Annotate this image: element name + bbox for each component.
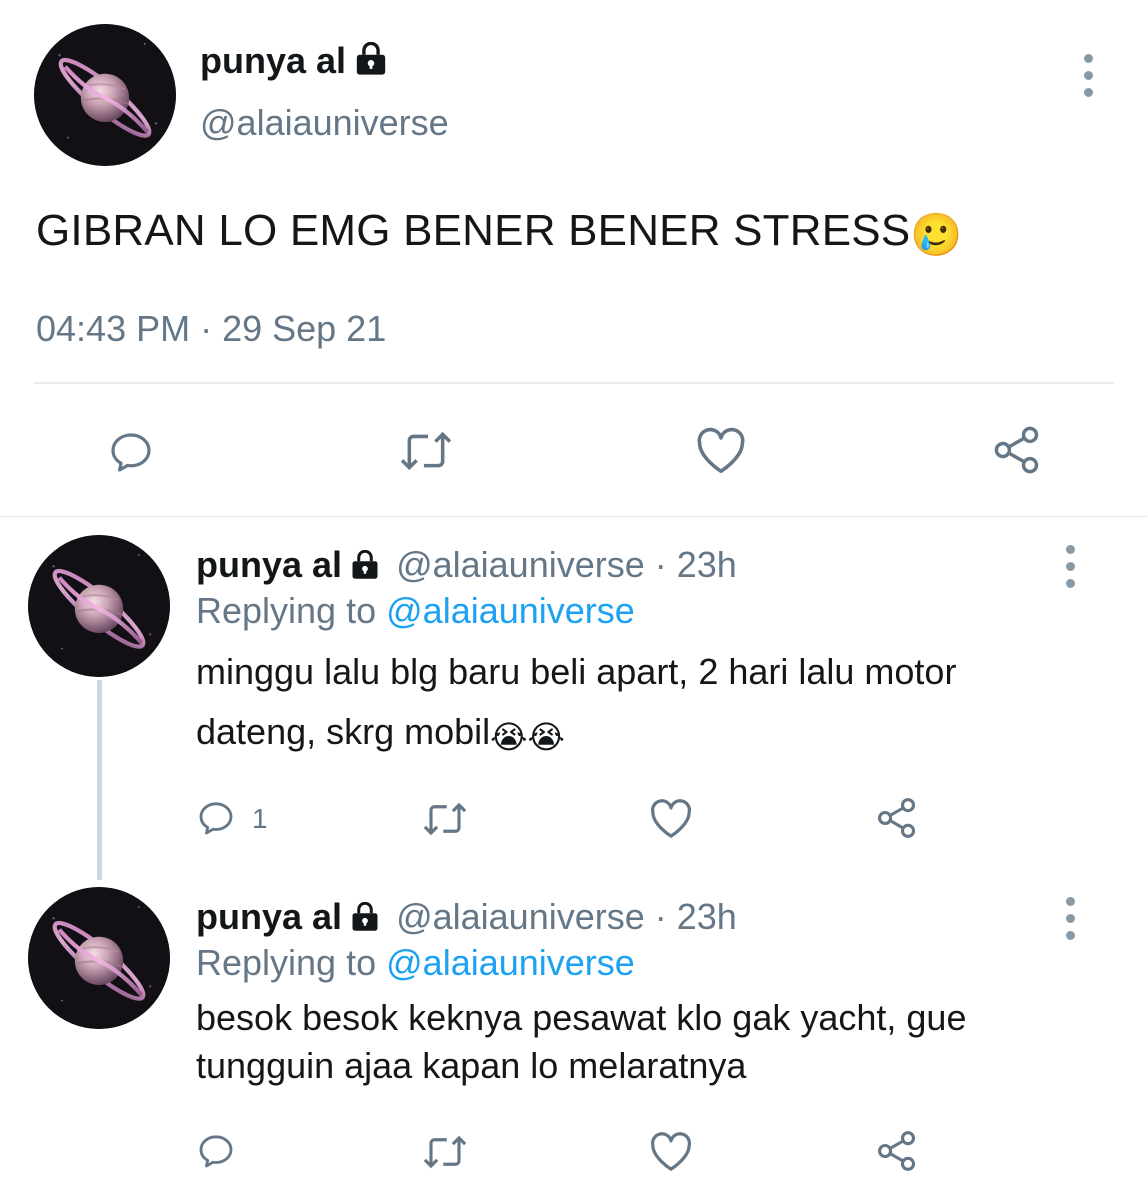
more-options-icon[interactable]: [1066, 897, 1078, 948]
tweet-emoji: 🥲: [910, 211, 963, 258]
tweet-text: GIBRAN LO EMG BENER BENER STRESS🥲: [36, 206, 963, 260]
reply-header: punya al @alaiauniverse · 23h: [196, 896, 737, 941]
share-icon[interactable]: [990, 424, 1044, 476]
like-icon[interactable]: [694, 426, 748, 476]
reply-text-line: minggu lalu blg baru beli apart, 2 hari …: [196, 651, 957, 692]
reply-count: 1: [252, 803, 268, 834]
lock-icon: [350, 899, 380, 941]
reply-time[interactable]: · 23h: [655, 896, 737, 937]
reply-display-name[interactable]: punya al: [196, 896, 342, 937]
saturn-avatar-image: [28, 887, 170, 1029]
replying-to: Replying to @alaiauniverse: [196, 942, 635, 984]
section-separator: [0, 516, 1147, 517]
like-icon[interactable]: [648, 1131, 694, 1173]
like-icon[interactable]: [648, 798, 694, 840]
handle[interactable]: @alaiauniverse: [200, 102, 449, 144]
avatar[interactable]: [34, 24, 176, 166]
retweet-icon[interactable]: [420, 798, 470, 840]
more-options-icon[interactable]: [1066, 545, 1078, 596]
reply-icon[interactable]: [196, 1131, 236, 1171]
reply-time[interactable]: · 23h: [655, 544, 737, 585]
retweet-icon[interactable]: [396, 426, 456, 476]
reply-text: minggu lalu blg baru beli apart, 2 hari …: [196, 642, 956, 767]
thread-line: [97, 680, 102, 880]
reply-display-name[interactable]: punya al: [196, 544, 342, 585]
replying-to-label: Replying to: [196, 590, 377, 631]
saturn-avatar-image: [34, 24, 176, 166]
replying-to-link[interactable]: @alaiauniverse: [386, 590, 635, 631]
tweet-text-content: GIBRAN LO EMG BENER BENER STRESS: [36, 206, 911, 255]
display-name-text: punya al: [200, 40, 347, 81]
reply-text-line: besok besok keknya pesawat klo gak yacht…: [196, 997, 967, 1038]
reply-icon[interactable]: [106, 428, 156, 476]
reply-text-content: dateng, skrg mobil: [196, 711, 491, 752]
reply-handle[interactable]: @alaiauniverse: [396, 544, 645, 585]
reply-avatar[interactable]: [28, 887, 170, 1029]
saturn-avatar-image: [28, 535, 170, 677]
share-icon[interactable]: [874, 1129, 920, 1173]
reply-text-line: tungguin ajaa kapan lo melaratnya: [196, 1045, 747, 1086]
reply-header: punya al @alaiauniverse · 23h: [196, 544, 737, 589]
replying-to-label: Replying to: [196, 942, 377, 983]
display-name[interactable]: punya al: [200, 40, 388, 85]
reply-avatar[interactable]: [28, 535, 170, 677]
share-icon[interactable]: [874, 796, 920, 840]
divider: [34, 382, 1114, 384]
reply-handle[interactable]: @alaiauniverse: [396, 896, 645, 937]
replying-to: Replying to @alaiauniverse: [196, 590, 635, 632]
tweet-timestamp[interactable]: 04:43 PM · 29 Sep 21: [36, 308, 386, 350]
retweet-icon[interactable]: [420, 1131, 470, 1173]
reply-icon[interactable]: [196, 798, 236, 838]
reply-text: besok besok keknya pesawat klo gak yacht…: [196, 994, 966, 1090]
reply-emoji: 😭😭: [490, 719, 565, 755]
replying-to-link[interactable]: @alaiauniverse: [386, 942, 635, 983]
lock-icon: [354, 41, 388, 85]
lock-icon: [350, 547, 380, 589]
more-options-icon[interactable]: [1084, 54, 1096, 105]
reply-text-line: dateng, skrg mobil😭😭: [196, 702, 956, 767]
